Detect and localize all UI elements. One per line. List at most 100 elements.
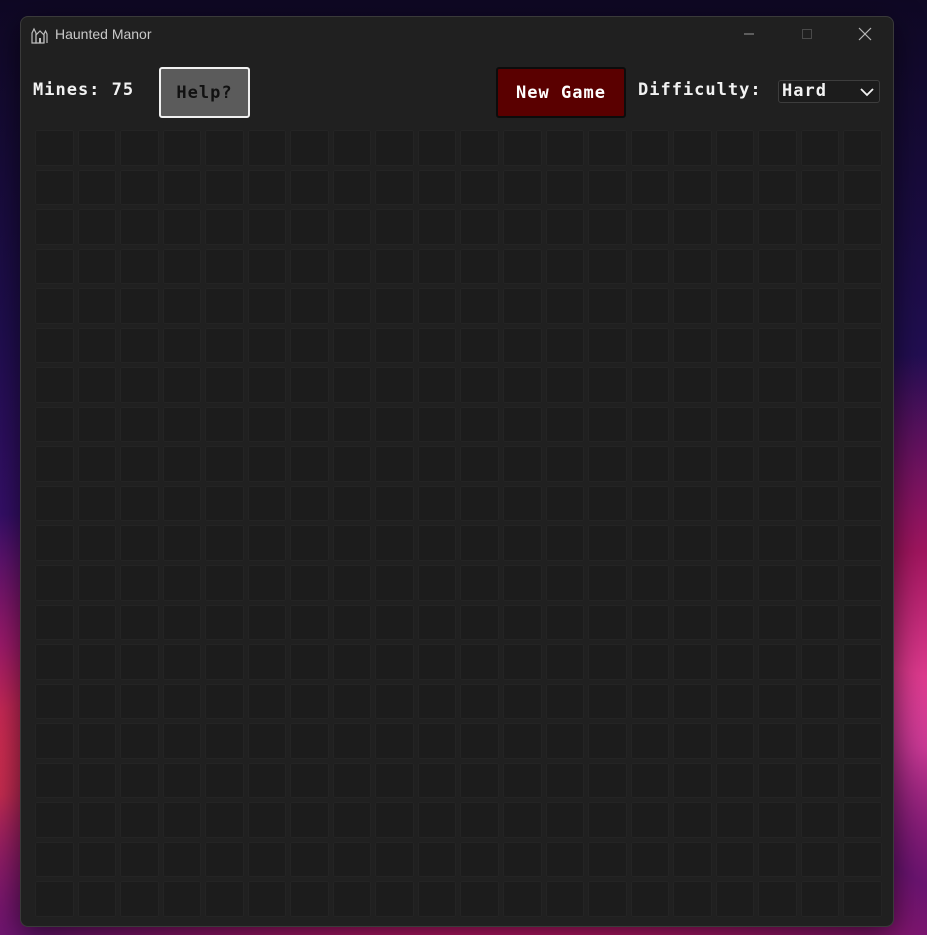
mine-cell[interactable] — [588, 130, 627, 166]
mine-cell[interactable] — [800, 367, 840, 403]
mine-cell[interactable] — [77, 762, 117, 799]
mine-cell[interactable] — [545, 881, 585, 917]
mine-cell[interactable] — [503, 881, 542, 917]
mine-cell[interactable] — [35, 248, 74, 285]
mine-cell[interactable] — [247, 762, 287, 799]
mine-cell[interactable] — [715, 406, 755, 443]
mine-cell[interactable] — [843, 802, 882, 838]
mine-cell[interactable] — [673, 367, 712, 403]
mine-cell[interactable] — [417, 881, 457, 917]
mine-cell[interactable] — [630, 525, 670, 562]
mine-cell[interactable] — [758, 367, 797, 403]
mine-cell[interactable] — [205, 762, 244, 799]
mine-cell[interactable] — [205, 406, 244, 443]
mine-cell[interactable] — [588, 367, 627, 403]
mine-cell[interactable] — [205, 169, 244, 206]
mine-cell[interactable] — [843, 881, 882, 917]
mine-cell[interactable] — [417, 406, 457, 443]
mine-cell[interactable] — [800, 169, 840, 206]
mine-cell[interactable] — [503, 367, 542, 403]
mine-cell[interactable] — [290, 209, 329, 245]
mine-cell[interactable] — [77, 604, 117, 641]
mine-cell[interactable] — [630, 248, 670, 285]
mine-cell[interactable] — [247, 209, 287, 245]
mine-cell[interactable] — [758, 525, 797, 562]
mine-cell[interactable] — [715, 683, 755, 720]
mine-cell[interactable] — [588, 841, 627, 878]
mine-cell[interactable] — [290, 881, 329, 917]
mine-cell[interactable] — [375, 288, 414, 324]
mine-cell[interactable] — [503, 446, 542, 482]
mine-cell[interactable] — [503, 169, 542, 206]
mine-cell[interactable] — [162, 327, 202, 364]
mine-cell[interactable] — [503, 406, 542, 443]
mine-cell[interactable] — [205, 130, 244, 166]
mine-cell[interactable] — [120, 683, 159, 720]
mine-cell[interactable] — [588, 525, 627, 562]
mine-cell[interactable] — [800, 327, 840, 364]
mine-cell[interactable] — [77, 485, 117, 522]
mine-cell[interactable] — [588, 881, 627, 917]
mine-cell[interactable] — [375, 130, 414, 166]
mine-cell[interactable] — [588, 604, 627, 641]
mine-cell[interactable] — [545, 327, 585, 364]
mine-cell[interactable] — [758, 169, 797, 206]
mine-cell[interactable] — [162, 525, 202, 562]
mine-cell[interactable] — [247, 367, 287, 403]
mine-cell[interactable] — [332, 723, 372, 759]
mine-cell[interactable] — [545, 288, 585, 324]
mine-cell[interactable] — [417, 525, 457, 562]
mine-cell[interactable] — [460, 762, 500, 799]
mine-cell[interactable] — [332, 446, 372, 482]
mine-cell[interactable] — [843, 248, 882, 285]
mine-cell[interactable] — [417, 565, 457, 601]
mine-cell[interactable] — [503, 485, 542, 522]
mine-cell[interactable] — [205, 288, 244, 324]
mine-cell[interactable] — [843, 130, 882, 166]
mine-cell[interactable] — [247, 802, 287, 838]
mine-cell[interactable] — [77, 130, 117, 166]
mine-cell[interactable] — [460, 604, 500, 641]
mine-cell[interactable] — [35, 288, 74, 324]
mine-cell[interactable] — [843, 604, 882, 641]
mine-cell[interactable] — [800, 209, 840, 245]
mine-cell[interactable] — [332, 288, 372, 324]
mine-cell[interactable] — [715, 802, 755, 838]
mine-cell[interactable] — [417, 841, 457, 878]
mine-cell[interactable] — [800, 604, 840, 641]
mine-cell[interactable] — [290, 288, 329, 324]
mine-cell[interactable] — [120, 209, 159, 245]
mine-cell[interactable] — [503, 327, 542, 364]
mine-cell[interactable] — [417, 209, 457, 245]
mine-cell[interactable] — [35, 485, 74, 522]
mine-cell[interactable] — [545, 130, 585, 166]
mine-cell[interactable] — [843, 644, 882, 680]
mine-cell[interactable] — [375, 327, 414, 364]
mine-cell[interactable] — [120, 327, 159, 364]
mine-cell[interactable] — [588, 762, 627, 799]
mine-cell[interactable] — [715, 288, 755, 324]
mine-cell[interactable] — [715, 367, 755, 403]
mine-cell[interactable] — [758, 327, 797, 364]
mine-cell[interactable] — [843, 327, 882, 364]
mine-cell[interactable] — [332, 604, 372, 641]
mine-cell[interactable] — [290, 327, 329, 364]
mine-cell[interactable] — [545, 169, 585, 206]
mine-cell[interactable] — [588, 327, 627, 364]
mine-cell[interactable] — [503, 288, 542, 324]
mine-cell[interactable] — [332, 525, 372, 562]
mine-cell[interactable] — [332, 881, 372, 917]
mine-cell[interactable] — [162, 288, 202, 324]
mine-cell[interactable] — [35, 802, 74, 838]
mine-cell[interactable] — [545, 209, 585, 245]
mine-cell[interactable] — [77, 565, 117, 601]
mine-cell[interactable] — [375, 446, 414, 482]
mine-cell[interactable] — [800, 565, 840, 601]
mine-cell[interactable] — [35, 604, 74, 641]
mine-cell[interactable] — [588, 723, 627, 759]
mine-cell[interactable] — [290, 762, 329, 799]
mine-cell[interactable] — [630, 802, 670, 838]
mine-cell[interactable] — [120, 406, 159, 443]
mine-cell[interactable] — [375, 841, 414, 878]
mine-cell[interactable] — [588, 248, 627, 285]
